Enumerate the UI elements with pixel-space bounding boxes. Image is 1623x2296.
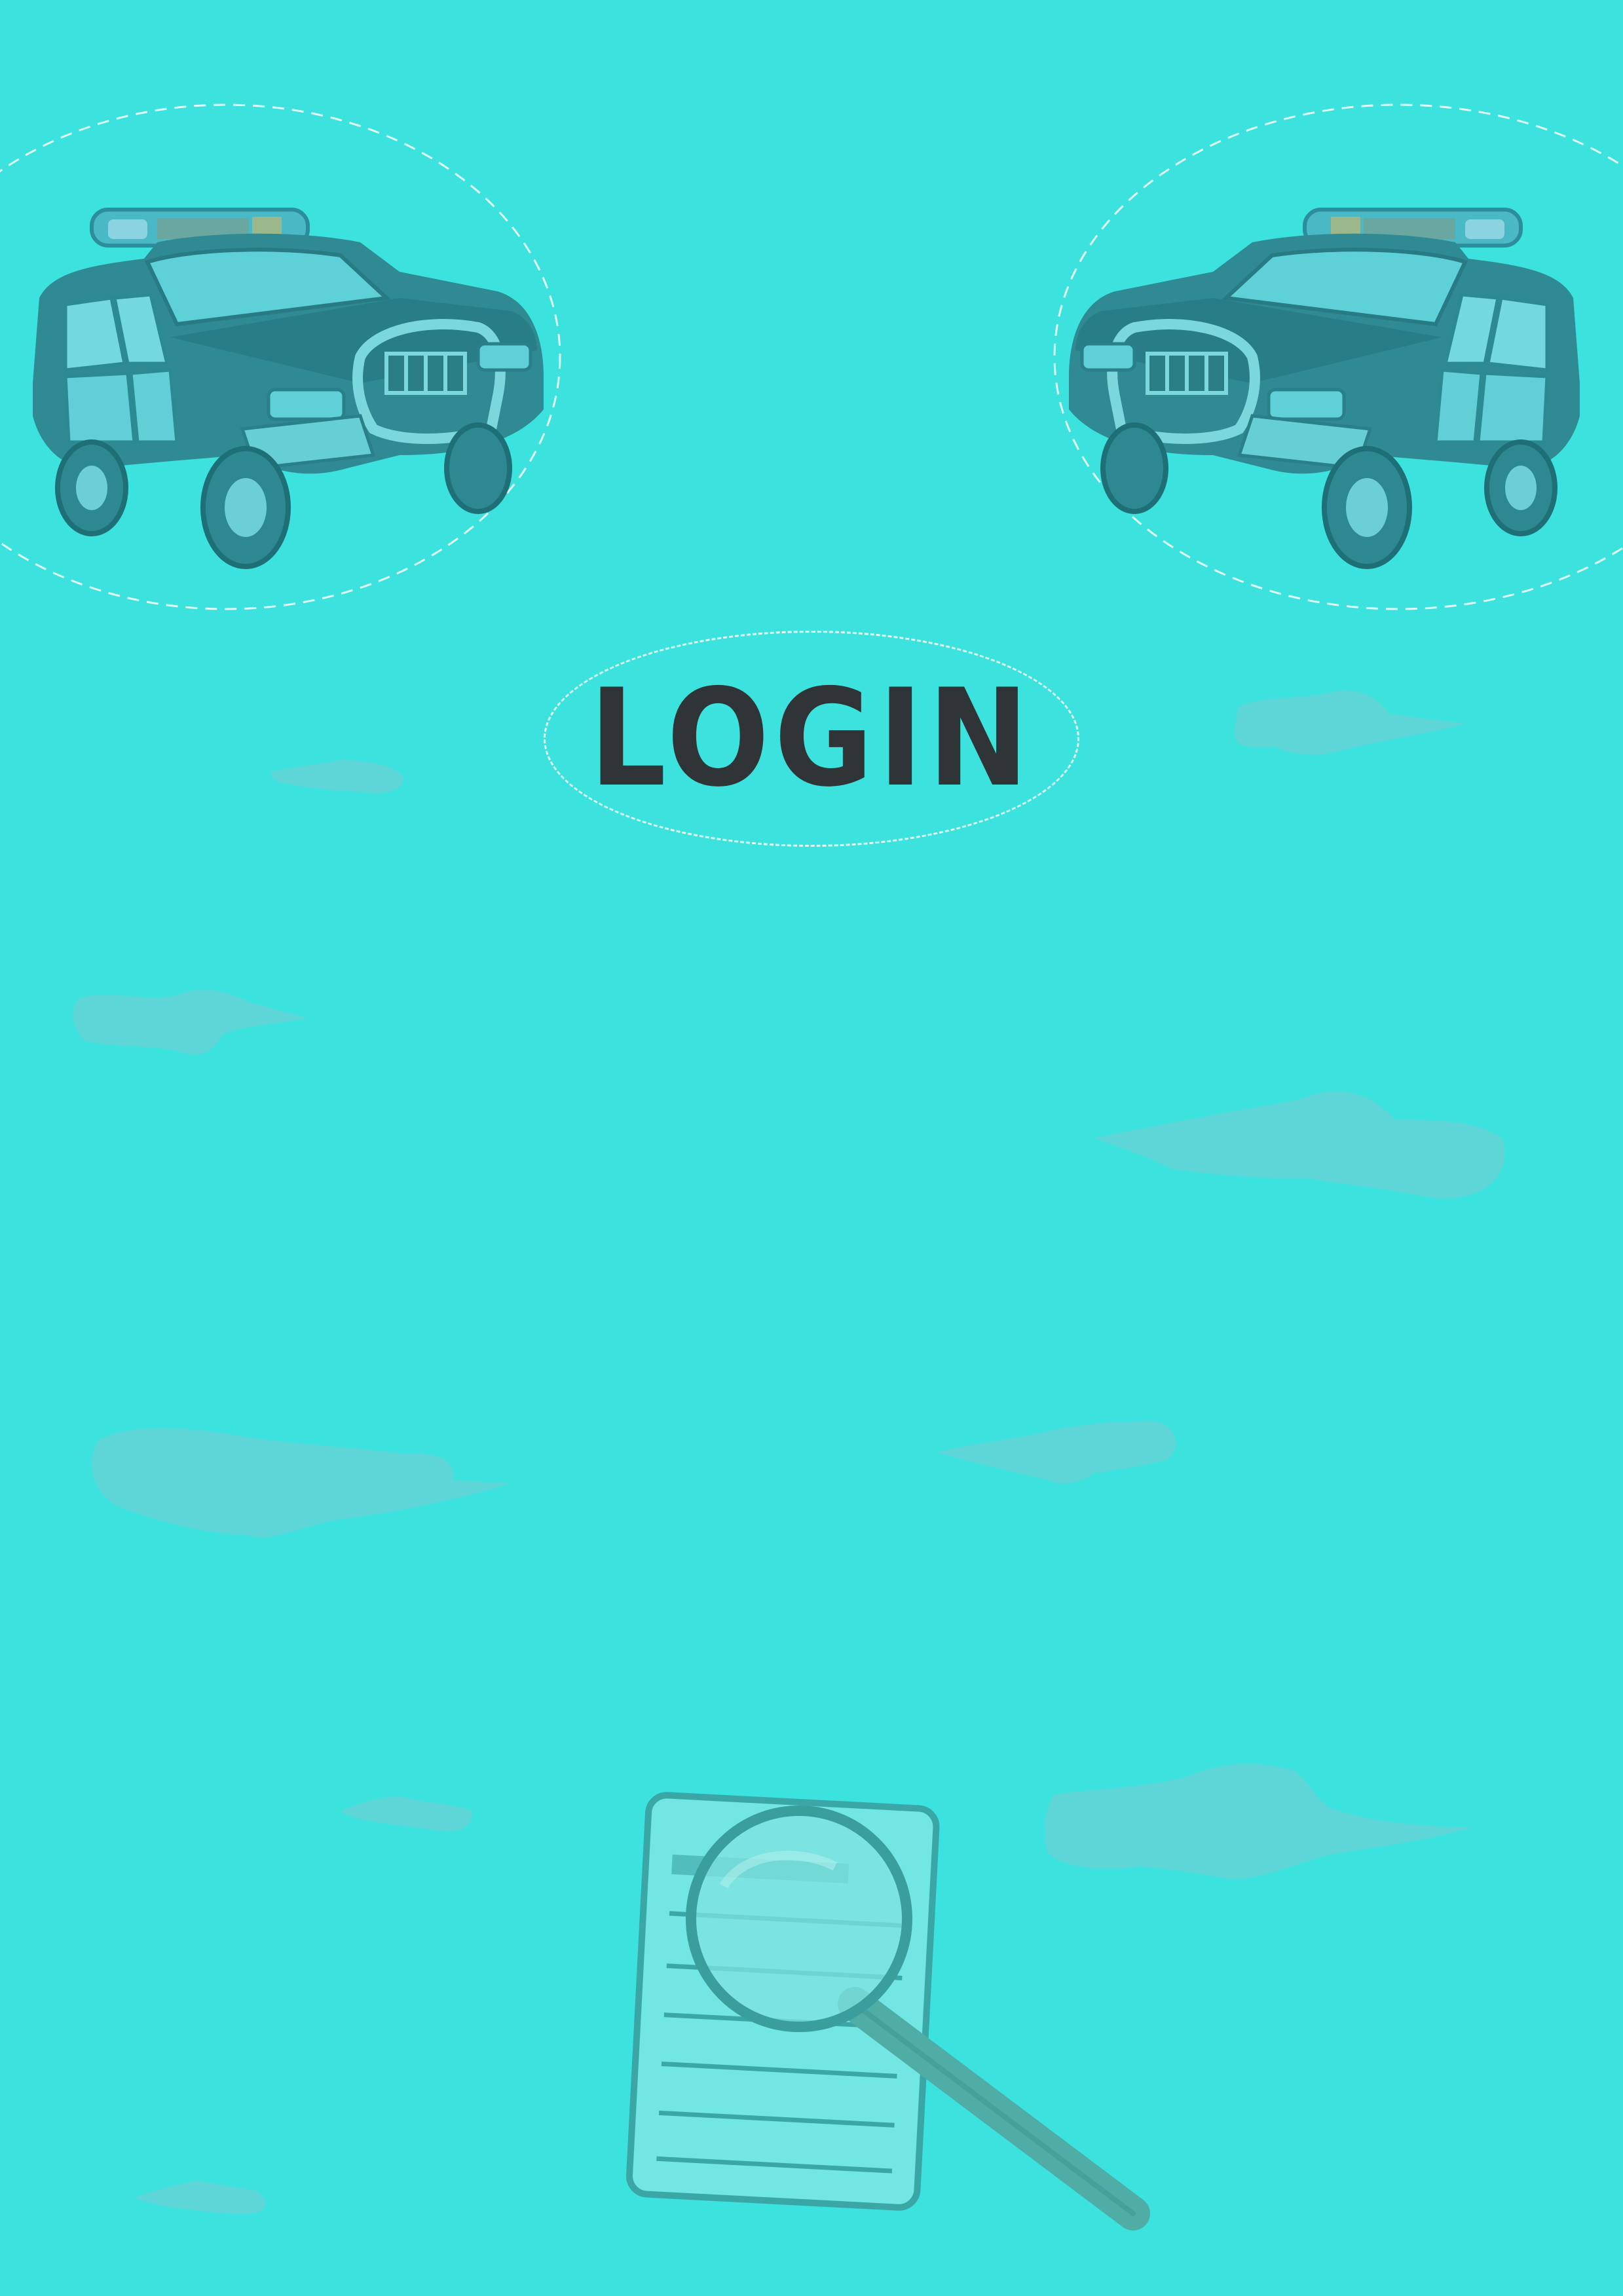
police-car-icon <box>0 102 557 612</box>
cloud-shape <box>73 990 308 1055</box>
cloud-shape <box>937 1421 1176 1484</box>
cloud-shape <box>341 1796 472 1832</box>
cloud-shape <box>92 1428 511 1538</box>
cloud-shape <box>271 760 403 794</box>
cloud-shape <box>1094 1091 1505 1199</box>
login-button-label: LOGIN <box>589 660 1034 817</box>
cloud-shape <box>134 2181 265 2214</box>
police-car-icon <box>1056 102 1619 612</box>
login-button[interactable]: LOGIN <box>544 631 1079 847</box>
document-magnifier-icon <box>625 1788 1163 2253</box>
cloud-shape <box>1234 690 1467 755</box>
